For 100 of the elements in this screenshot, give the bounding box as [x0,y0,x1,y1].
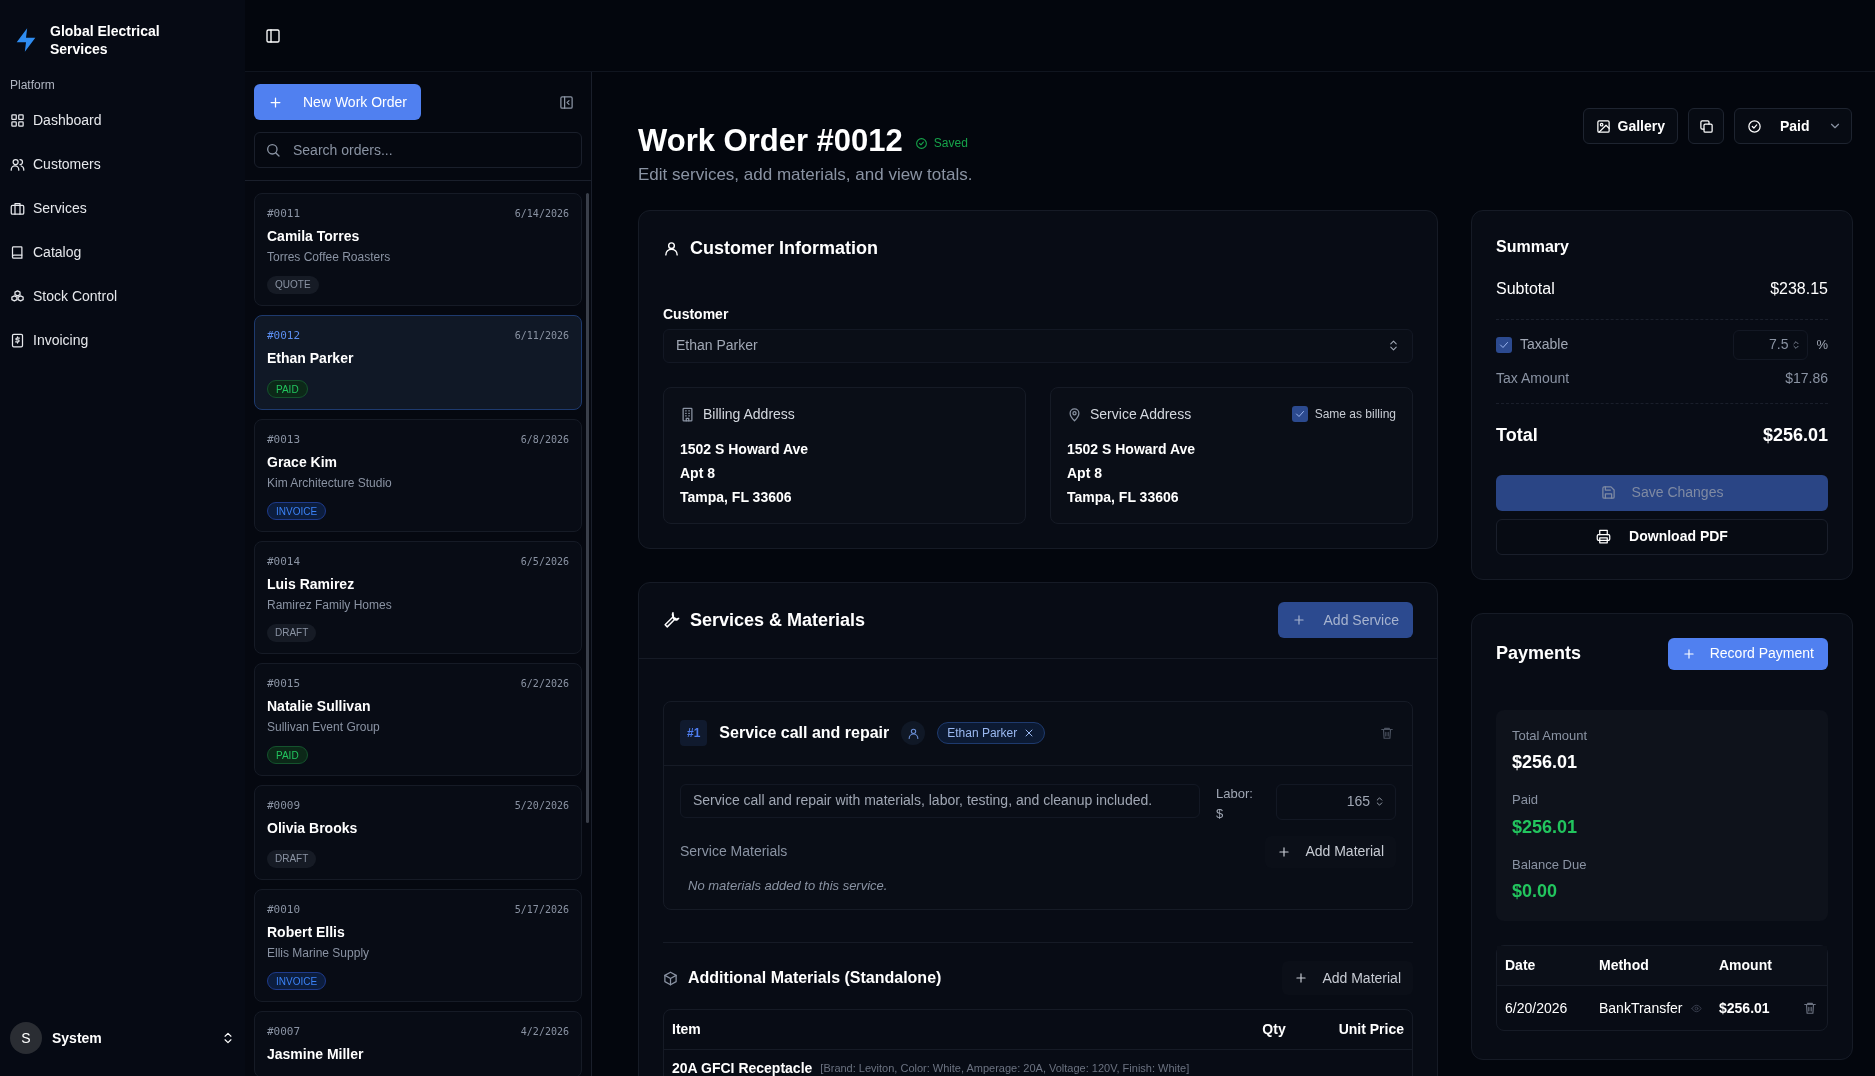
user-name: System [52,1028,103,1048]
order-card[interactable]: #0009 5/20/2026 Olivia Brooks DRAFT [254,785,582,880]
company-name: Sullivan Event Group [267,719,381,736]
nav-item[interactable]: Customers [0,146,245,182]
customer-name: Olivia Brooks [267,819,359,838]
field-label: Customer [663,304,730,324]
column-header: Item [672,1020,702,1039]
status-badge: DRAFT [267,624,317,642]
wrench-icon [663,611,680,629]
card-heading: Services & Materials [690,608,866,632]
briefcase-icon [10,200,25,216]
order-card[interactable]: #0015 6/2/2026 Natalie Sullivan Sullivan Event Group PAID [254,663,582,776]
new-work-order-button[interactable]: New Work Order [254,84,421,120]
search-input[interactable]: Search orders... [293,139,571,161]
delete-button[interactable] [1803,1001,1817,1015]
plus-icon [1681,646,1696,661]
address-line: Apt 8 [1067,463,1103,483]
item-attributes: [Brand: Leviton, Color: White, Amperage: 20A, Voltage: 120V, Finish: White] [820,1060,1190,1076]
search-field[interactable]: Search orders... [254,132,582,168]
user-icon [663,239,680,257]
checkbox-label: Taxable [1520,335,1569,354]
order-number: #0011 [267,206,301,222]
building-icon [680,406,695,422]
checkbox[interactable] [1496,336,1512,353]
address-line: Apt 8 [680,463,716,483]
order-date: 4/2/2026 [520,1025,569,1039]
tax-rate-field[interactable]: 7.5 [1733,329,1809,360]
status-badge: PAID [267,746,308,764]
saved-status: Saved [933,135,968,152]
column-header: Amount [1719,956,1772,975]
address-line: 1502 S Howard Ave [680,439,810,459]
grid-icon [10,112,25,128]
order-card[interactable]: #0014 6/5/2026 Luis Ramirez Ramirez Family Homes DRAFT [254,541,582,654]
table-cell-text: BankTransfer [1599,998,1683,1018]
page-title: Work Order #0012 [638,122,903,160]
order-date: 6/14/2026 [514,207,569,221]
customer-name: Jasmine Miller [267,1045,365,1064]
order-number: #0007 [267,1024,301,1040]
nav-item[interactable]: Dashboard [0,102,245,138]
package-icon [663,970,678,986]
order-date: 5/17/2026 [514,903,569,917]
totals-value: $256.01 [1512,751,1579,774]
customer-name: Luis Ramirez [267,575,356,594]
order-date: 5/20/2026 [514,799,569,813]
nav-item[interactable]: Catalog [0,234,245,270]
totals-value: $0.00 [1512,880,1559,903]
order-number: #0009 [267,798,301,814]
stepper-icon [1791,339,1802,350]
page-subtitle: Edit services, add materials, and view totals. [638,164,973,186]
receipt-icon [10,332,25,348]
copy-button[interactable] [1688,108,1724,144]
record-payment-button[interactable]: Record Payment [1667,637,1828,670]
totals-label: Paid [1512,791,1540,809]
boxes-icon [10,288,25,304]
status-dropdown[interactable]: Paid [1734,108,1852,144]
gallery-button[interactable]: Gallery [1582,108,1678,144]
order-number: #0012 [267,328,301,344]
nav-item[interactable]: Services [0,190,245,226]
order-number: #0015 [267,676,301,692]
assignee-tag[interactable]: Ethan Parker [937,722,1046,744]
order-card[interactable]: #0011 6/14/2026 Camila Torres Torres Coffee Roasters QUOTE [254,193,582,306]
customer-select[interactable]: Ethan Parker [663,328,1413,363]
order-date: 6/2/2026 [520,677,569,691]
trash-icon [1380,726,1394,740]
nav-item[interactable]: Invoicing [0,322,245,358]
check-icon [1293,408,1306,420]
table-cell-text: 6/20/2026 [1505,998,1569,1018]
scrollbar[interactable] [586,193,589,823]
map-pin-icon [1067,406,1082,422]
add-service-button[interactable]: Add Service [1277,602,1413,638]
card-heading: Customer Information [690,236,878,260]
customer-name: Natalie Sullivan [267,697,372,716]
order-date: 6/8/2026 [520,433,569,447]
status-badge: PAID [267,380,308,398]
address-line: Tampa, FL 33606 [1067,487,1180,507]
nav-item[interactable]: Stock Control [0,278,245,314]
description-field: Service call and repair with materials, labor, testing, and cleanup included. [680,783,1200,818]
section-label: Platform [9,77,56,94]
order-date: 6/11/2026 [514,329,569,343]
check-circle-icon [914,136,928,150]
user-menu[interactable]: S System [0,1022,245,1054]
labor-label: Labor: $ [1216,784,1254,823]
order-card[interactable]: #0007 4/2/2026 Jasmine Miller [254,1011,582,1076]
card-heading: Payments [1496,642,1582,665]
chevrons-icon [1387,339,1400,352]
column-header: Unit Price [1337,1020,1404,1039]
plus-icon [1277,844,1292,859]
order-card[interactable]: #0013 6/8/2026 Grace Kim Kim Architecture Studio INVOICE [254,419,582,532]
order-card[interactable]: #0010 5/17/2026 Robert Ellis Ellis Marine Supply INVOICE [254,889,582,1002]
users-icon [10,156,25,172]
download-pdf-button[interactable]: Download PDF [1496,518,1828,555]
empty-message: No materials added to this service. [688,876,889,895]
checkbox[interactable] [1291,406,1308,422]
order-card[interactable]: #0012 6/11/2026 Ethan Parker PAID [254,315,582,410]
summary-value: $238.15 [1770,278,1828,299]
customer-name: Ethan Parker [267,349,355,368]
labor-field[interactable]: 165 [1276,783,1396,820]
assign-button[interactable] [901,721,926,745]
printer-icon [1596,529,1612,544]
address-title: Service Address [1090,404,1193,424]
